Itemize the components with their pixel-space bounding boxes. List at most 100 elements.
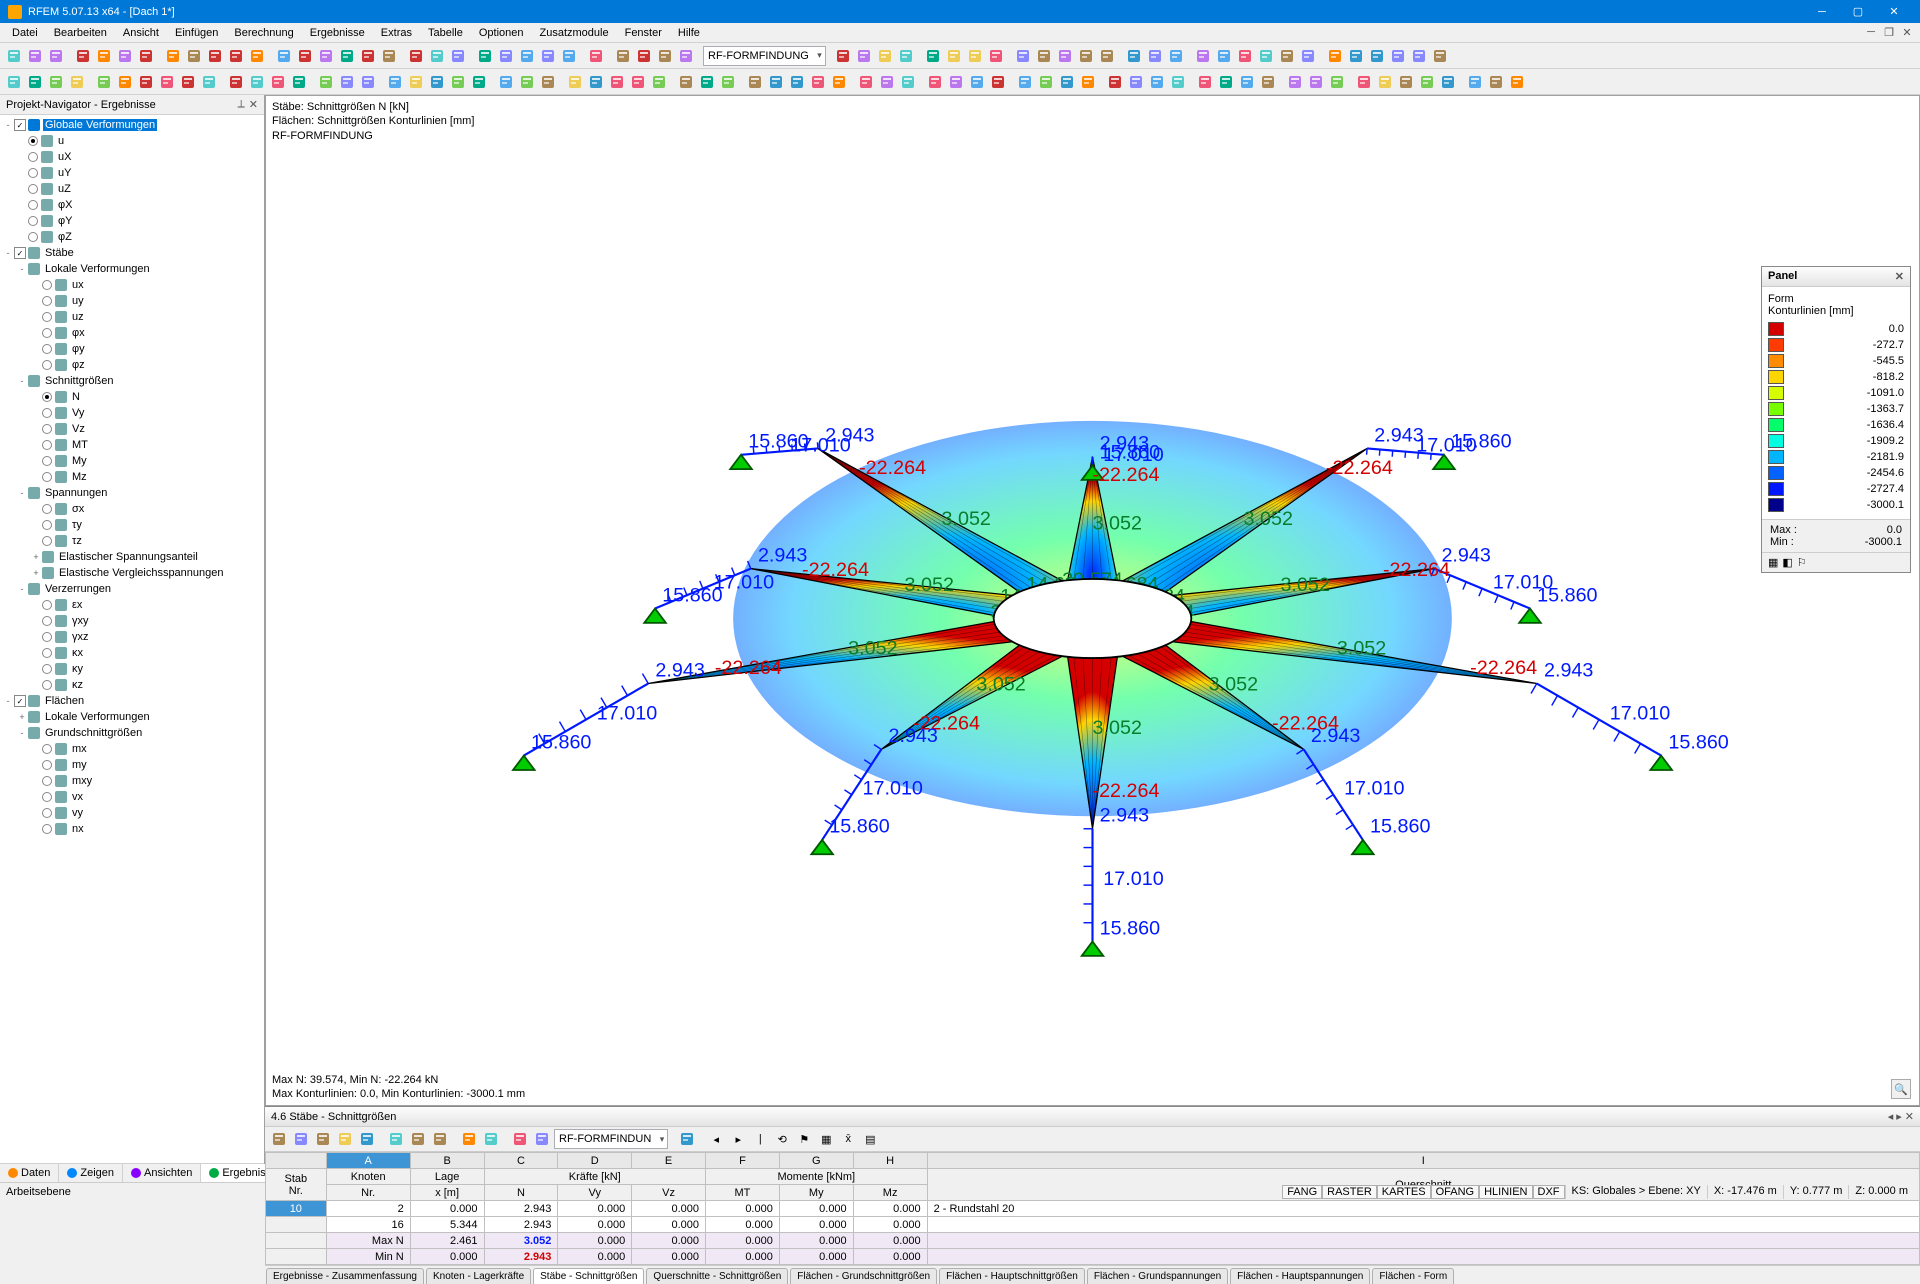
- tree-item-4[interactable]: uZ: [2, 181, 262, 197]
- tb2-btn-12-2[interactable]: [1147, 72, 1167, 92]
- tb1-btn-4-0[interactable]: [406, 46, 426, 66]
- tb1-btn-2-0[interactable]: [163, 46, 183, 66]
- tb2-btn-14-0[interactable]: [1285, 72, 1305, 92]
- tb1-btn-7-0[interactable]: [613, 46, 633, 66]
- bp-tb-2-1[interactable]: [481, 1129, 501, 1149]
- tb1-btn-2-1[interactable]: [184, 46, 204, 66]
- pin-icon[interactable]: ⟂: [237, 98, 244, 111]
- tb2-btn-8-3[interactable]: [808, 72, 828, 92]
- tb2-btn-15-2[interactable]: [1396, 72, 1416, 92]
- tb1-btn-4-2[interactable]: [448, 46, 468, 66]
- tree-item-13[interactable]: φx: [2, 325, 262, 341]
- maximize-button[interactable]: ▢: [1840, 0, 1876, 23]
- menu-einfügen[interactable]: Einfügen: [167, 25, 226, 41]
- tb2-btn-13-0[interactable]: [1195, 72, 1215, 92]
- tree-item-14[interactable]: φy: [2, 341, 262, 357]
- tree-item-16[interactable]: -Schnittgrößen: [2, 373, 262, 389]
- tb2-btn-2-3[interactable]: [289, 72, 309, 92]
- menu-hilfe[interactable]: Hilfe: [670, 25, 708, 41]
- tb1-btn-0-1[interactable]: [25, 46, 45, 66]
- tb2-btn-5-2[interactable]: [538, 72, 558, 92]
- tb1-btn-3-2[interactable]: [316, 46, 336, 66]
- tb2-btn-12-0[interactable]: [1105, 72, 1125, 92]
- menu-bearbeiten[interactable]: Bearbeiten: [46, 25, 115, 41]
- tree-item-28[interactable]: +Elastische Vergleichsspannungen: [2, 565, 262, 581]
- bp-tb-0-2[interactable]: [313, 1129, 333, 1149]
- nav-tab-daten[interactable]: Daten: [0, 1164, 59, 1182]
- table-close-icon[interactable]: ✕: [1905, 1110, 1914, 1123]
- tb2-btn-5-1[interactable]: [517, 72, 537, 92]
- tb1-btn-13-5[interactable]: [1430, 46, 1450, 66]
- menu-ergebnisse[interactable]: Ergebnisse: [302, 25, 373, 41]
- tb2-btn-11-2[interactable]: [1057, 72, 1077, 92]
- tree-item-7[interactable]: φZ: [2, 229, 262, 245]
- tree-item-11[interactable]: uy: [2, 293, 262, 309]
- tb1-btn-12-2[interactable]: [1235, 46, 1255, 66]
- tb1-btn-0-0[interactable]: [4, 46, 24, 66]
- tb2-btn-8-0[interactable]: [745, 72, 765, 92]
- tb2-btn-11-0[interactable]: [1015, 72, 1035, 92]
- tb2-btn-9-2[interactable]: [898, 72, 918, 92]
- tb2-btn-0-3[interactable]: [67, 72, 87, 92]
- tb2-btn-13-3[interactable]: [1258, 72, 1278, 92]
- tb2-btn-5-0[interactable]: [496, 72, 516, 92]
- status-btn-ofang[interactable]: OFANG: [1431, 1185, 1480, 1199]
- bp-tb-0-3[interactable]: [335, 1129, 355, 1149]
- bp-tb-nav-7[interactable]: ▤: [860, 1129, 880, 1149]
- tree-item-3[interactable]: uY: [2, 165, 262, 181]
- tb2-btn-8-2[interactable]: [787, 72, 807, 92]
- bp-tb-1-1[interactable]: [408, 1129, 428, 1149]
- menu-zusatzmodule[interactable]: Zusatzmodule: [532, 25, 617, 41]
- tb1-btn-12-3[interactable]: [1256, 46, 1276, 66]
- status-btn-hlinien[interactable]: HLINIEN: [1479, 1185, 1532, 1199]
- tb1-btn-3-3[interactable]: [337, 46, 357, 66]
- tree-item-5[interactable]: φX: [2, 197, 262, 213]
- tree-item-30[interactable]: εx: [2, 597, 262, 613]
- tree-item-20[interactable]: MT: [2, 437, 262, 453]
- tb2-btn-0-1[interactable]: [25, 72, 45, 92]
- bp-tb-2-0[interactable]: [459, 1129, 479, 1149]
- status-btn-dxf[interactable]: DXF: [1533, 1185, 1565, 1199]
- bp-combo[interactable]: RF-FORMFINDUN: [554, 1129, 668, 1149]
- tb1-btn-2-3[interactable]: [226, 46, 246, 66]
- tb1-btn-4-1[interactable]: [427, 46, 447, 66]
- mdi-close-icon[interactable]: ✕: [1898, 26, 1916, 39]
- tb1-btn-9-3[interactable]: [986, 46, 1006, 66]
- tb2-btn-4-2[interactable]: [427, 72, 447, 92]
- tb1-btn-5-0[interactable]: [475, 46, 495, 66]
- tb2-btn-16-0[interactable]: [1465, 72, 1485, 92]
- tb2-btn-12-1[interactable]: [1126, 72, 1146, 92]
- tree-item-22[interactable]: Mz: [2, 469, 262, 485]
- bp-tb-0-4[interactable]: [357, 1129, 377, 1149]
- bp-tab-6[interactable]: Flächen - Grundspannungen: [1087, 1268, 1228, 1284]
- tb2-btn-16-1[interactable]: [1486, 72, 1506, 92]
- table-prev-icon[interactable]: ◂: [1888, 1110, 1894, 1123]
- tb2-btn-0-2[interactable]: [46, 72, 66, 92]
- tb2-btn-0-0[interactable]: [4, 72, 24, 92]
- tb2-btn-6-3[interactable]: [628, 72, 648, 92]
- tree-item-38[interactable]: -Grundschnittgrößen: [2, 725, 262, 741]
- close-button[interactable]: ✕: [1876, 0, 1912, 23]
- bp-tb-nav-2[interactable]: |: [750, 1129, 770, 1149]
- tree-item-6[interactable]: φY: [2, 213, 262, 229]
- bp-tb-3-0[interactable]: [510, 1129, 530, 1149]
- menu-ansicht[interactable]: Ansicht: [115, 25, 167, 41]
- tree-item-19[interactable]: Vz: [2, 421, 262, 437]
- tb2-btn-16-2[interactable]: [1507, 72, 1527, 92]
- tb2-btn-9-1[interactable]: [877, 72, 897, 92]
- tree-item-37[interactable]: +Lokale Verformungen: [2, 709, 262, 725]
- tree-item-35[interactable]: κz: [2, 677, 262, 693]
- nav-tab-ansichten[interactable]: Ansichten: [123, 1164, 201, 1182]
- tb1-btn-10-0[interactable]: [1013, 46, 1033, 66]
- panel-close-icon[interactable]: ✕: [1895, 270, 1904, 283]
- tb1-btn-3-0[interactable]: [274, 46, 294, 66]
- tb2-btn-1-3[interactable]: [157, 72, 177, 92]
- bp-tb-0-0[interactable]: [269, 1129, 289, 1149]
- tb1-btn-8-2[interactable]: [875, 46, 895, 66]
- tb2-btn-3-0[interactable]: [316, 72, 336, 92]
- tree-item-27[interactable]: +Elastischer Spannungsanteil: [2, 549, 262, 565]
- navigator-close-icon[interactable]: ✕: [249, 98, 258, 111]
- tb1-combo[interactable]: RF-FORMFINDUNG: [703, 46, 826, 66]
- menu-fenster[interactable]: Fenster: [617, 25, 670, 41]
- tb2-btn-9-0[interactable]: [856, 72, 876, 92]
